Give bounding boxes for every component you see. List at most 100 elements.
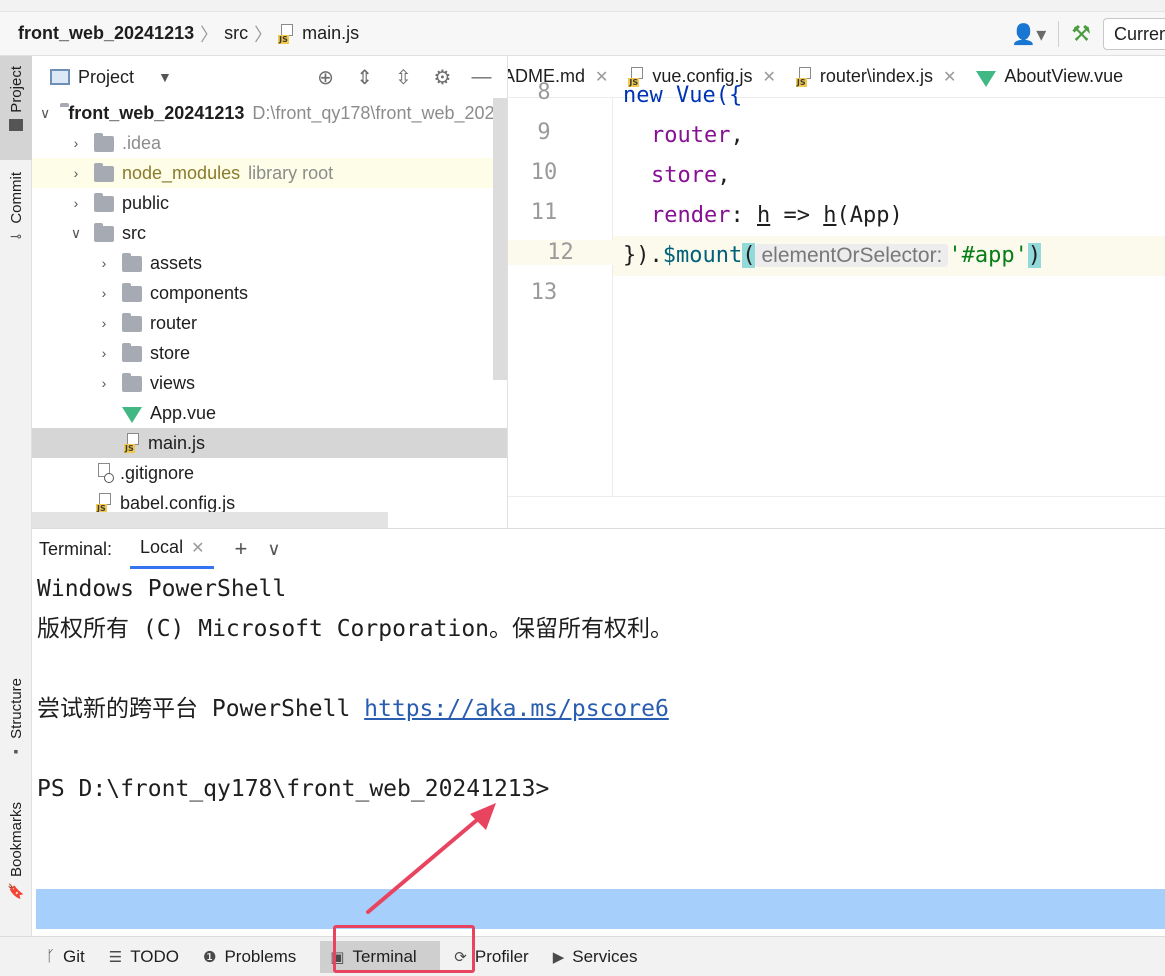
chevron-down-icon[interactable]: ▼ (158, 69, 172, 85)
breadcrumb-folder[interactable]: src (224, 23, 248, 44)
left-tool-strip: Project Commit ⊸ Structure ▪ Bookmarks 🔖 (0, 56, 32, 936)
structure-tool-tab[interactable]: Structure ▪ (0, 678, 32, 774)
chevron-right-icon[interactable]: › (68, 135, 84, 151)
tree-item-store[interactable]: › store (32, 338, 507, 368)
tree-item-src[interactable]: ∨ src (32, 218, 507, 248)
build-hammer-icon[interactable]: ⚒ (1071, 21, 1091, 47)
js-file-icon: JS (96, 493, 114, 513)
chevron-right-icon: 〉 (254, 24, 273, 45)
code-line: new Vue({ (623, 83, 743, 108)
folder-icon (94, 163, 114, 182)
code-line: router, (651, 123, 744, 148)
services-tool-button[interactable]: ▶ Services (543, 941, 648, 973)
chevron-down-icon[interactable]: ∨ (68, 225, 84, 242)
project-view-icon (50, 69, 70, 85)
js-file-icon: JS (278, 23, 296, 44)
close-icon[interactable]: ✕ (191, 538, 204, 558)
project-view-select[interactable]: Project (78, 67, 134, 88)
terminal-output[interactable]: Windows PowerShell 版权所有 (C) Microsoft Co… (37, 569, 673, 809)
git-branch-icon: ᚴ (46, 948, 56, 965)
breadcrumb: front_web_20241213 〉 src 〉 JS main.js (18, 21, 359, 47)
parameter-hint: elementOrSelector: (755, 244, 949, 267)
line-number: 8 (537, 80, 551, 105)
project-tool-tab[interactable]: Project (0, 56, 32, 160)
expand-all-icon[interactable]: ⇕ (345, 62, 384, 92)
terminal-header: Terminal: Local ✕ + ∨ (32, 529, 1165, 569)
hide-icon[interactable]: — (462, 62, 501, 92)
bookmarks-tool-tab[interactable]: Bookmarks 🔖 (0, 802, 32, 914)
breadcrumb-project[interactable]: front_web_20241213 (18, 23, 194, 44)
terminal-tab-local[interactable]: Local ✕ (130, 529, 215, 569)
close-icon[interactable]: ✕ (595, 67, 608, 87)
chevron-right-icon[interactable]: › (68, 165, 84, 181)
pscore-link[interactable]: https://aka.ms/pscore6 (364, 696, 669, 722)
commit-tool-tab[interactable]: Commit ⊸ (0, 172, 32, 264)
project-panel: Project ▼ ⊕ ⇕ ⇳ ⚙ — ∨ front_web_20241213… (32, 56, 508, 528)
project-horizontal-scrollbar[interactable] (32, 512, 388, 528)
navigation-bar: front_web_20241213 〉 src 〉 JS main.js 👤▾… (0, 12, 1165, 56)
chevron-down-icon[interactable]: ∨ (40, 105, 50, 122)
code-line: render: h => h(App) (651, 203, 903, 228)
line-number: 9 (537, 120, 551, 145)
divider (1058, 21, 1060, 47)
chevron-right-icon[interactable]: › (96, 345, 112, 361)
terminal-prompt: PS D:\front_qy178\front_web_20241213> (37, 776, 550, 802)
vue-file-icon (122, 407, 142, 423)
problems-tool-button[interactable]: ❶ Problems (193, 941, 306, 973)
line-number: 10 (530, 160, 558, 185)
todo-tool-button[interactable]: ☰ TODO (99, 941, 189, 973)
folder-icon (122, 253, 142, 272)
terminal-panel: Terminal: Local ✕ + ∨ Windows PowerShell … (32, 528, 1165, 936)
run-config-select[interactable]: Current File (1103, 18, 1165, 50)
tree-item-public[interactable]: › public (32, 188, 507, 218)
code-line-current: }).$mount(elementOrSelector: '#app') (613, 236, 1165, 276)
locate-icon[interactable]: ⊕ (306, 62, 345, 92)
project-panel-tools: ⊕ ⇕ ⇳ ⚙ — (306, 56, 501, 98)
list-icon: ☰ (108, 948, 123, 966)
folder-icon (122, 343, 142, 362)
folder-icon (9, 118, 23, 131)
editor: README.md✕ JS vue.config.js✕ JS router\i… (508, 56, 1165, 528)
tree-item-app-vue[interactable]: App.vue (32, 398, 507, 428)
terminal-selection (36, 889, 1165, 929)
chevron-right-icon[interactable]: › (96, 375, 112, 391)
tree-item-components[interactable]: › components (32, 278, 507, 308)
tree-item-node-modules[interactable]: › node_modules library root (32, 158, 507, 188)
chevron-right-icon[interactable]: › (68, 195, 84, 211)
project-scrollbar[interactable] (493, 98, 507, 380)
ignore-file-icon (96, 463, 114, 483)
git-tool-button[interactable]: ᚴ Git (36, 941, 95, 973)
tree-item-idea[interactable]: › .idea (32, 128, 507, 158)
tree-item-gitignore[interactable]: .gitignore (32, 458, 507, 488)
editor-horizontal-scrollbar[interactable] (508, 496, 1165, 528)
title-strip (0, 0, 1165, 12)
commit-icon: ⊸ (10, 227, 22, 244)
line-number: 11 (530, 200, 558, 225)
project-panel-header: Project ▼ ⊕ ⇕ ⇳ ⚙ — (32, 56, 507, 98)
chevron-right-icon[interactable]: › (96, 315, 112, 331)
bookmark-icon: 🔖 (7, 883, 25, 900)
code-line: store, (651, 163, 731, 188)
tree-item-assets[interactable]: › assets (32, 248, 507, 278)
folder-icon (122, 313, 142, 332)
line-number: 12 (508, 240, 613, 265)
chevron-right-icon[interactable]: › (96, 255, 112, 271)
code-area[interactable]: new Vue({ router, store, render: h => h(… (613, 83, 1165, 528)
folder-icon (94, 193, 114, 212)
chevron-right-icon: 〉 (200, 24, 219, 45)
user-icon[interactable]: 👤▾ (1011, 22, 1046, 47)
collapse-all-icon[interactable]: ⇳ (384, 62, 423, 92)
line-number: 13 (530, 280, 558, 305)
folder-icon (122, 373, 142, 392)
tree-item-router[interactable]: › router (32, 308, 507, 338)
add-terminal-icon[interactable]: + (234, 536, 247, 562)
breadcrumb-file[interactable]: main.js (302, 23, 359, 44)
chevron-right-icon[interactable]: › (96, 285, 112, 301)
js-file-icon: JS (124, 433, 142, 453)
tree-root[interactable]: ∨ front_web_20241213 D:\front_qy178\fron… (32, 98, 507, 128)
structure-icon: ▪ (13, 742, 19, 759)
chevron-down-icon[interactable]: ∨ (267, 539, 280, 560)
tree-item-views[interactable]: › views (32, 368, 507, 398)
tree-item-main-js[interactable]: JS main.js (32, 428, 507, 458)
gear-icon[interactable]: ⚙ (423, 62, 462, 92)
